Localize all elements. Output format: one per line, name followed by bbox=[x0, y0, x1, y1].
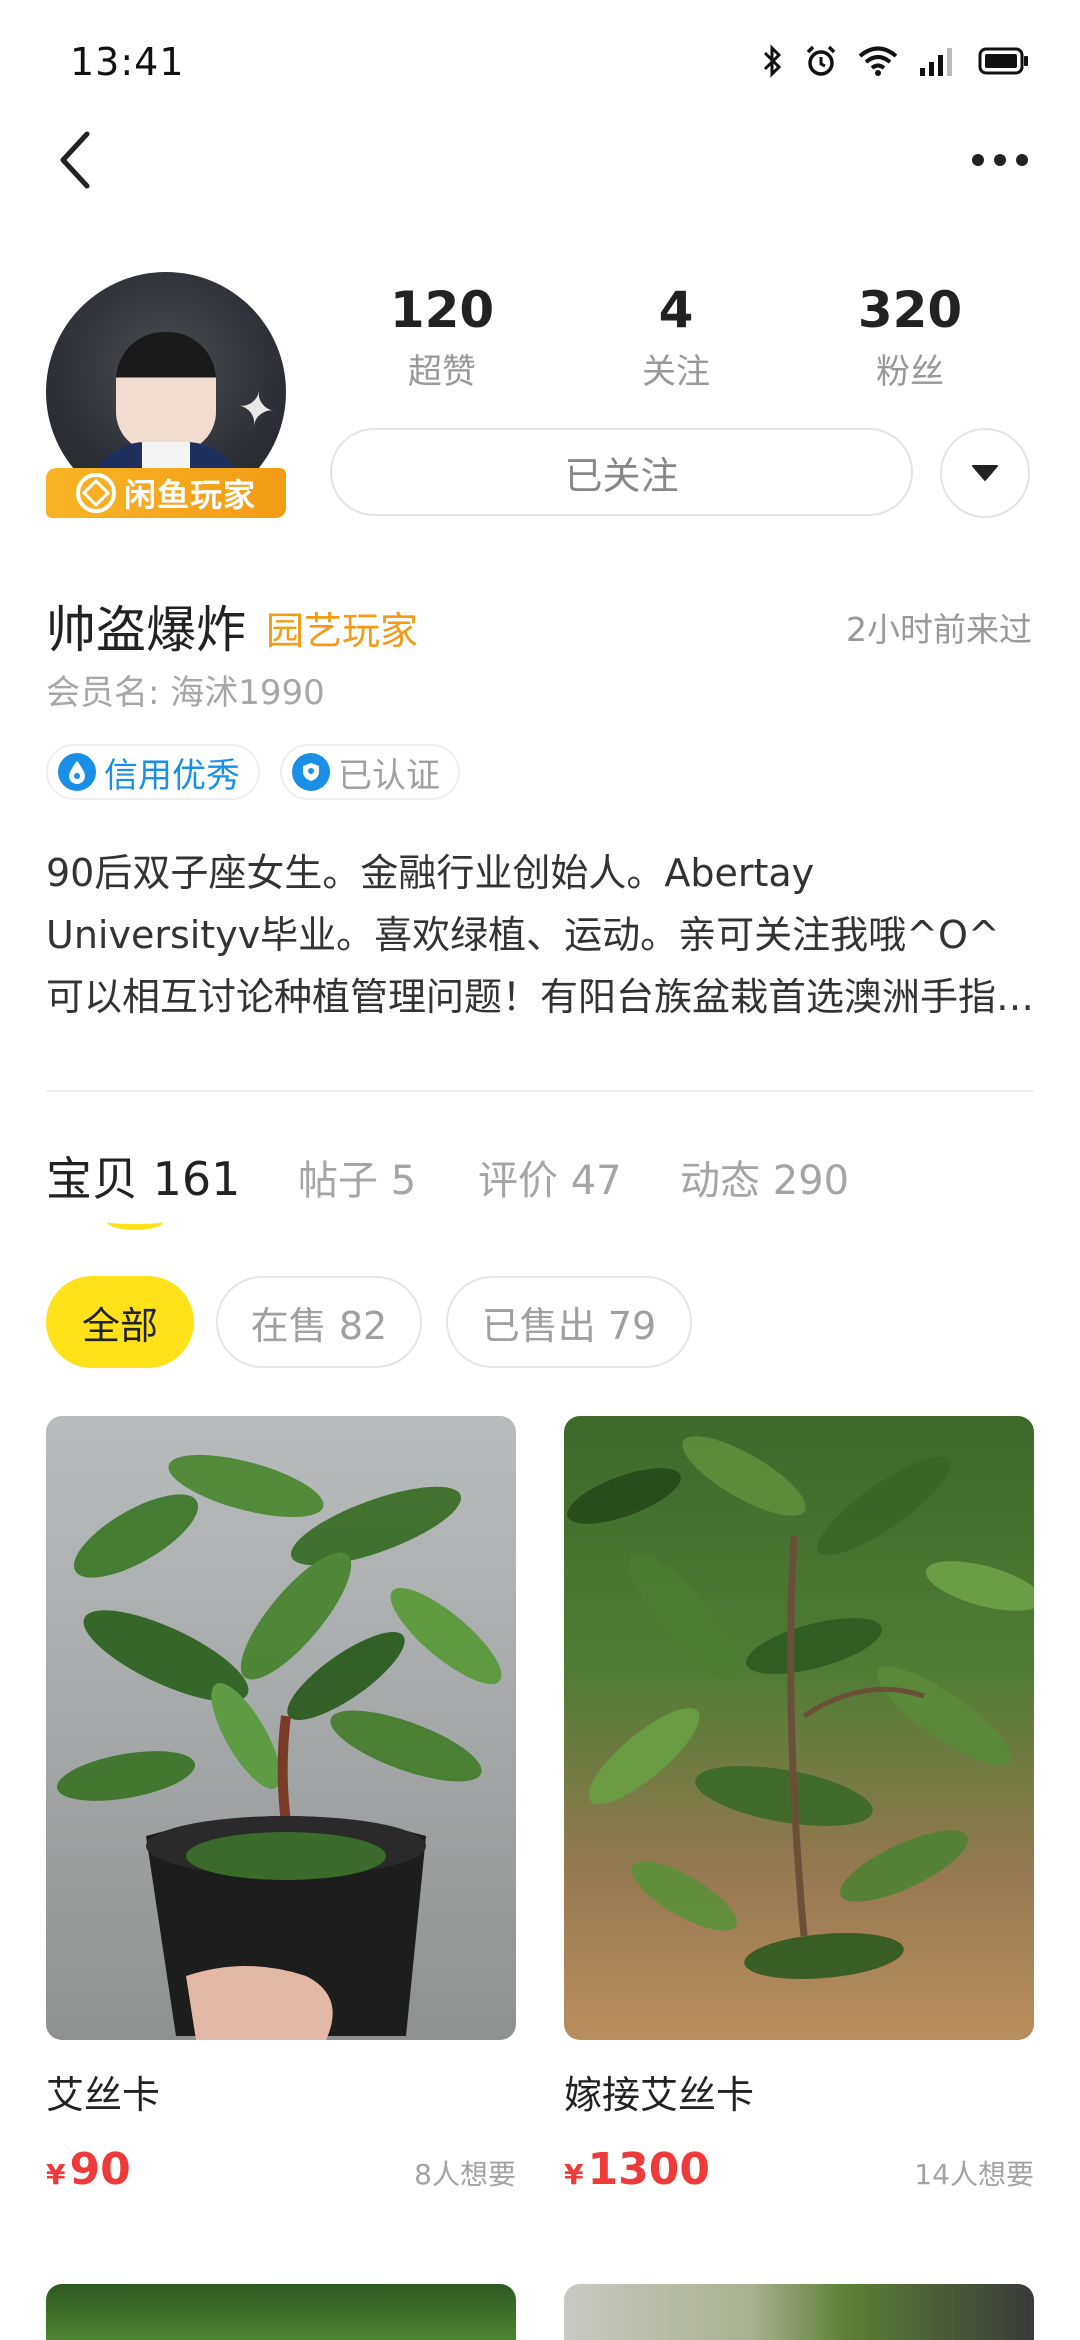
product-meta: ¥90 8人想要 bbox=[46, 2144, 516, 2195]
divider bbox=[46, 1090, 1034, 1092]
product-card-partial[interactable] bbox=[46, 2284, 516, 2340]
product-title: 嫁接艾丝卡 bbox=[564, 2073, 755, 2117]
drop-icon bbox=[58, 753, 96, 791]
more-dot bbox=[994, 154, 1006, 166]
filter-on-sale[interactable]: 在售 82 bbox=[216, 1276, 422, 1368]
back-button[interactable] bbox=[40, 120, 110, 200]
more-dot bbox=[1016, 154, 1028, 166]
stat-label: 关注 bbox=[642, 352, 710, 392]
user-bio[interactable]: 90后双子座女生。金融行业创始人。Abertay Universityv毕业。喜… bbox=[46, 842, 1036, 1028]
avatar-face bbox=[116, 332, 216, 452]
stat-value: 120 bbox=[389, 281, 495, 339]
avatar-container[interactable]: ✦ 闲鱼玩家 bbox=[46, 272, 292, 518]
product-title: 艾丝卡 bbox=[46, 2073, 161, 2117]
filter-sold[interactable]: 已售出 79 bbox=[446, 1276, 692, 1368]
dropdown-button[interactable] bbox=[940, 428, 1030, 518]
credit-badge-label: 信用优秀 bbox=[104, 755, 240, 796]
product-meta: ¥1300 14人想要 bbox=[564, 2144, 1034, 2195]
more-dot bbox=[972, 154, 984, 166]
avatar-badge: 闲鱼玩家 bbox=[46, 468, 286, 518]
verified-badge-label: 已认证 bbox=[338, 755, 440, 796]
price-value: 1300 bbox=[587, 2144, 710, 2195]
tab-posts[interactable]: 帖子 5 bbox=[298, 1148, 416, 1206]
battery-icon bbox=[978, 46, 1030, 76]
status-icons bbox=[762, 44, 1030, 78]
alarm-icon bbox=[804, 44, 838, 78]
product-wants: 8人想要 bbox=[414, 2158, 516, 2191]
status-time: 13:41 bbox=[70, 40, 185, 84]
member-name: 会员名: 海沭1990 bbox=[46, 673, 325, 713]
tab-active-indicator bbox=[107, 1214, 163, 1230]
product-image[interactable] bbox=[46, 1416, 516, 2040]
product-card[interactable]: 艾丝卡 ¥90 8人想要 bbox=[46, 1416, 516, 2195]
stat-label: 粉丝 bbox=[876, 352, 944, 392]
more-button[interactable] bbox=[960, 130, 1040, 190]
product-price: ¥90 bbox=[46, 2144, 131, 2195]
stat-value: 320 bbox=[857, 281, 963, 339]
stat-followers[interactable]: 320 粉丝 bbox=[810, 282, 1010, 393]
followed-button[interactable]: 已关注 bbox=[330, 428, 913, 516]
product-card[interactable]: 嫁接艾丝卡 ¥1300 14人想要 bbox=[564, 1416, 1034, 2195]
product-wants: 14人想要 bbox=[914, 2158, 1034, 2191]
user-tag[interactable]: 园艺玩家 bbox=[266, 600, 418, 655]
diamond-icon bbox=[76, 473, 116, 513]
stat-following[interactable]: 4 关注 bbox=[576, 282, 776, 393]
tab-activity[interactable]: 动态 290 bbox=[680, 1148, 849, 1206]
product-card-partial[interactable] bbox=[564, 2284, 1034, 2340]
caret-down-icon bbox=[972, 465, 998, 481]
product-image[interactable] bbox=[564, 1416, 1034, 2040]
currency-symbol: ¥ bbox=[46, 2158, 66, 2191]
last-seen: 2小时前来过 bbox=[846, 610, 1032, 649]
stat-value: 4 bbox=[658, 281, 694, 339]
stat-likes[interactable]: 120 超赞 bbox=[342, 282, 542, 393]
product-price: ¥1300 bbox=[564, 2144, 710, 2195]
tab-items[interactable]: 宝贝 161 bbox=[46, 1143, 240, 1209]
currency-symbol: ¥ bbox=[564, 2158, 584, 2191]
stat-label: 超赞 bbox=[408, 352, 476, 392]
avatar-sign: ✦ bbox=[233, 379, 280, 439]
chevron-left-icon bbox=[60, 131, 90, 189]
cellular-signal-icon bbox=[918, 44, 958, 78]
price-value: 90 bbox=[69, 2144, 131, 2195]
tab-reviews[interactable]: 评价 47 bbox=[478, 1148, 622, 1206]
status-bar: 13:41 bbox=[0, 0, 1080, 130]
bluetooth-icon bbox=[762, 44, 784, 78]
avatar-badge-label: 闲鱼玩家 bbox=[124, 476, 257, 514]
verified-icon bbox=[292, 753, 330, 791]
credit-badge[interactable]: 信用优秀 bbox=[46, 744, 260, 800]
wifi-icon bbox=[858, 45, 898, 77]
verified-badge[interactable]: 已认证 bbox=[280, 744, 460, 800]
user-name: 帅盗爆炸 bbox=[46, 601, 246, 659]
filter-all[interactable]: 全部 bbox=[46, 1276, 194, 1368]
